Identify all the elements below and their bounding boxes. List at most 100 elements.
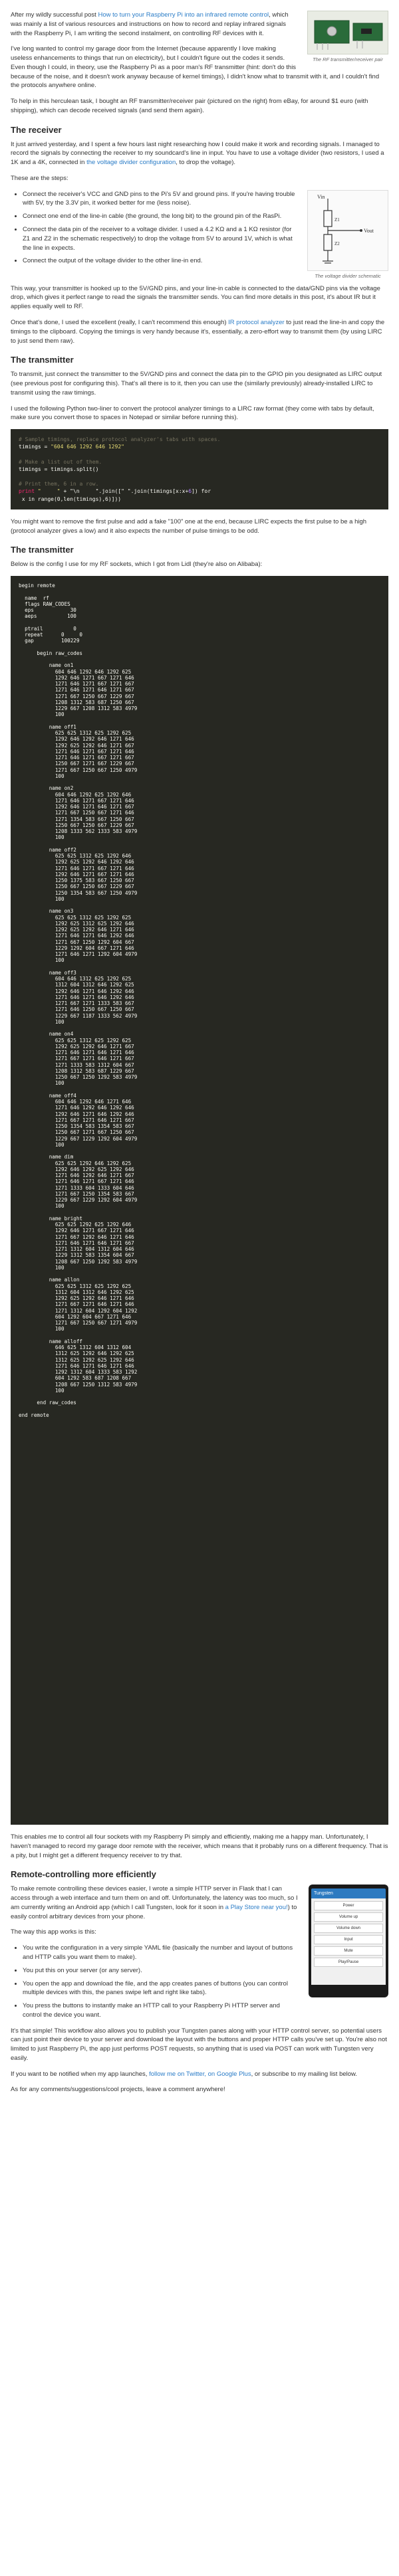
code-name: name on4	[19, 1031, 74, 1038]
code-line: + "\n ".join([" ".join(timings[x:x+	[60, 488, 189, 495]
svg-text:Z2: Z2	[334, 241, 340, 246]
code-timings: 1250 667 1250 1292 583 4979	[19, 1074, 138, 1081]
code-comment: # Sample timings, replace protocol analy…	[19, 436, 221, 443]
code-timings: 1271 646 1271 667 1271 646	[19, 748, 134, 755]
ir-analyzer-link[interactable]: IR protocol analyzer	[228, 319, 284, 326]
play-store-link[interactable]: a Play Store near you!	[225, 1904, 288, 1911]
receiver-paragraph-3: This way, your transmitter is hooked up …	[11, 284, 380, 311]
code-timings: 1250 1354 583 667 1250 4979	[19, 889, 138, 896]
code-timings: 1271 1354 583 667 1250 667	[19, 816, 134, 822]
list-item: Connect the data pin of the receiver to …	[23, 225, 302, 252]
code-name: name dim	[19, 1154, 74, 1160]
code-timings: 1271 646 1271 646 1292 646	[19, 994, 134, 1000]
intro-text: After my wildly successful post	[11, 11, 98, 19]
code-timings: 1208 667 1250 1292 583 4979	[19, 1258, 138, 1265]
receiver-paragraph-1: It just arrived yesterday, and I spent a…	[11, 140, 388, 167]
code-timings: 1250 1354 583 1354 583 667	[19, 1123, 134, 1130]
config-line: repeat 0 0	[19, 632, 83, 638]
code-timings: 1292 646 1292 625 1292 646	[19, 1166, 134, 1172]
list-item: You press the buttons to instantly make …	[23, 2001, 388, 2020]
code-timings: 1271 646 1271 646 1271 646	[19, 1362, 134, 1369]
code-timings: 1292 646 1271 667 1271 646	[19, 871, 134, 877]
code-timings: 1312 625 1292 646 1292 625	[19, 1350, 134, 1357]
remote-paragraph-4: If you want to be notified when my app l…	[11, 2070, 388, 2079]
config-line: aeps 100	[19, 613, 76, 620]
code-timings: 100	[19, 895, 65, 902]
code-comment: # Make a list out of them.	[19, 458, 102, 465]
remote-heading: Remote-controlling more efficiently	[11, 1869, 156, 1880]
code-timings: 100	[19, 834, 65, 841]
code-timings: 1271 646 1292 646 1292 646	[19, 1105, 134, 1111]
code-timings: 1292 625 1312 625 1292 646	[19, 920, 134, 927]
code-line: x in range(0,len(timings),6)]))	[19, 496, 122, 502]
code-timings: 1271 646 1271 646 1271 667	[19, 1240, 134, 1246]
voltage-divider-figure: Vin Z1 Z2 Vout The voltage divider schem…	[307, 189, 388, 279]
list-item: Connect one end of the line-in cable (th…	[23, 212, 302, 221]
code-timings: 1292 646 1271 646 1292 646	[19, 1111, 134, 1117]
code-timings: 646 625 1312 604 1312 604	[19, 1344, 132, 1351]
social-links[interactable]: follow me on Twitter, on Google Plus	[149, 2070, 251, 2078]
code-comment: # Print them, 6 in a row.	[19, 481, 99, 488]
code-name: name on1	[19, 662, 74, 669]
code-timings: 1208 1312 583 687 1250 667	[19, 699, 134, 705]
code-timings: 1292 646 1292 646 1271 646	[19, 736, 134, 743]
transmitter-paragraph-2: I used the following Python two-liner to…	[11, 405, 374, 422]
code-timings: 1229 667 1208 1312 583 4979	[19, 705, 138, 712]
code-timings: 625 625 1312 625 1292 646	[19, 853, 132, 860]
code-timings: 625 625 1312 625 1292 625	[19, 914, 132, 921]
code-timings: 625 625 1292 646 1292 625	[19, 1160, 132, 1166]
code-timings: 1271 646 1271 667 1271 667	[19, 681, 134, 688]
code-timings: 1292 646 1271 646 1271 667	[19, 804, 134, 810]
phone-button: Play/Pause	[314, 1958, 383, 1968]
voltage-divider-caption: The voltage divider schematic	[315, 272, 381, 279]
code-timings: 1271 667 1271 1333 583 667	[19, 1000, 134, 1007]
remote-text: , or subscribe to my mailing list below.	[251, 2070, 358, 2078]
python-code-block[interactable]: # Sample timings, replace protocol analy…	[11, 429, 388, 509]
code-timings: 1312 604 1312 646 1292 625	[19, 1289, 134, 1295]
code-timings: 1271 1333 604 1333 604 646	[19, 1184, 134, 1191]
rf-module-caption: The RF transmitter/receiver pair	[313, 56, 383, 62]
code-timings: 625 625 1312 625 1292 625	[19, 730, 132, 737]
config-line: name rf	[19, 595, 49, 601]
voltage-divider-link[interactable]: the voltage divider configuration	[86, 159, 176, 166]
code-name: name on2	[19, 785, 74, 792]
code-timings: 1292 646 1271 667 1271 646	[19, 1228, 134, 1234]
config-paragraph: Below is the config I use for my RF sock…	[11, 561, 263, 569]
lirc-config-block[interactable]: begin remote name rf flags RAW_CODES eps…	[11, 576, 388, 1825]
code-timings: 1271 667 1250 667 1229 667	[19, 693, 134, 699]
code-timings: 1271 646 1271 667 1271 646	[19, 865, 134, 872]
phone-body: Power Volume up Volume down Input Mute P…	[311, 1898, 386, 1985]
code-timings: 1312 604 1312 646 1292 625	[19, 982, 134, 988]
code-line: ]) for	[192, 488, 211, 495]
code-timings: 604 646 1292 646 1271 646	[19, 1099, 132, 1105]
code-timings: 625 625 1292 625 1292 646	[19, 1222, 132, 1228]
receiver-text: Once that's done, I used the excellent (…	[11, 319, 229, 327]
code-timings: 1271 667 1271 646 1271 646	[19, 1301, 134, 1308]
code-timings: 1250 667 1271 667 1229 667	[19, 761, 134, 767]
remote-text: If you want to be notified when my app l…	[11, 2070, 150, 2078]
code-string: "604 646 1292 646 1292"	[51, 444, 124, 450]
code-timings: 1292 625 1292 646 1271 646	[19, 1295, 134, 1302]
code-timings: 1208 1312 583 687 1229 667	[19, 1067, 134, 1074]
code-timings: 1250 667 1250 667 1229 667	[19, 822, 134, 828]
code-name: name bright	[19, 1215, 83, 1222]
code-timings: 1229 667 1229 1292 604 4979	[19, 1197, 138, 1204]
code-timings: 100	[19, 1264, 65, 1271]
code-timings: 1208 667 1250 1312 583 4979	[19, 1381, 138, 1388]
code-timings: 1271 646 1271 667 1271 646	[19, 797, 134, 804]
ir-post-link[interactable]: How to turn your Raspberry Pi into an in…	[98, 11, 269, 19]
code-timings: 1271 646 1271 646 1271 667	[19, 687, 134, 693]
code-timings: 1229 667 1229 1292 604 4979	[19, 1135, 138, 1142]
config-line: end remote	[19, 1412, 49, 1418]
code-timings: 1271 646 1271 646 1271 646	[19, 1050, 134, 1056]
code-timings: 1292 646 1271 646 1292 646	[19, 988, 134, 994]
blog-post: The RF transmitter/receiver pair After m…	[0, 0, 399, 2576]
code-timings: 1271 667 1250 667 1250 4979	[19, 767, 138, 773]
code-name: name allon	[19, 1277, 80, 1283]
phone-button: Volume up	[314, 1912, 383, 1922]
code-timings: 604 646 1292 625 1292 646	[19, 791, 132, 798]
phone-button: Input	[314, 1935, 383, 1945]
list-item: Connect the receiver's VCC and GND pins …	[23, 190, 302, 209]
code-timings: 1271 646 1271 667 1271 646	[19, 1178, 134, 1185]
code-timings: 1271 667 1250 1292 604 667	[19, 939, 134, 945]
